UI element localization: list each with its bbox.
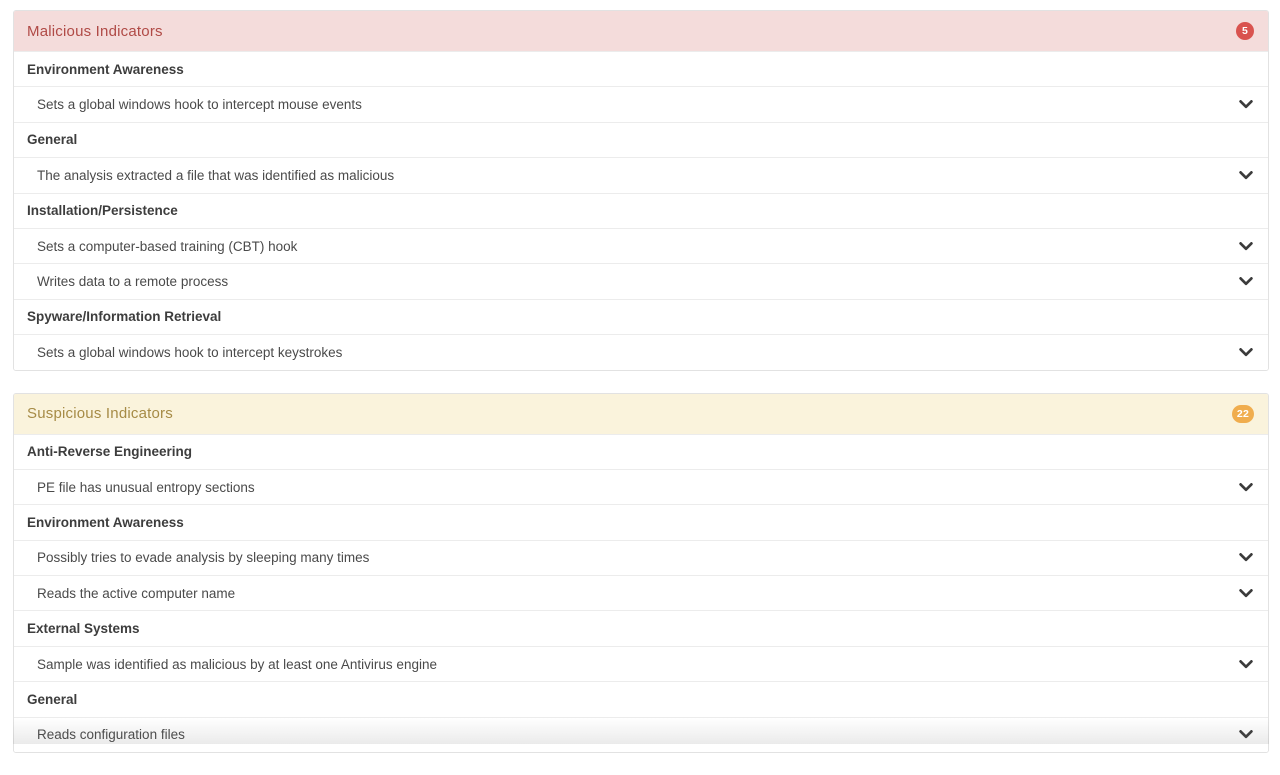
category-label: Anti-Reverse Engineering (27, 444, 192, 459)
indicator-row[interactable]: The analysis extracted a file that was i… (14, 157, 1268, 192)
indicator-label: The analysis extracted a file that was i… (37, 168, 394, 183)
chevron-down-icon[interactable] (1238, 550, 1254, 566)
category-row: Spyware/Information Retrieval (14, 299, 1268, 334)
category-row: External Systems (14, 610, 1268, 645)
indicator-label: Writes data to a remote process (37, 274, 228, 289)
category-row: Environment Awareness (14, 51, 1268, 86)
chevron-down-icon[interactable] (1238, 727, 1254, 743)
indicator-row[interactable]: Possibly tries to evade analysis by slee… (14, 540, 1268, 575)
category-label: Environment Awareness (27, 515, 184, 530)
indicator-row[interactable]: Sets a global windows hook to intercept … (14, 86, 1268, 121)
section-header[interactable]: Malicious Indicators 5 (14, 11, 1268, 51)
chevron-down-icon[interactable] (1238, 97, 1254, 113)
section-title: Malicious Indicators (27, 23, 163, 40)
category-label: General (27, 132, 77, 147)
indicator-label: Sets a computer-based training (CBT) hoo… (37, 239, 297, 254)
indicators-report: Malicious Indicators 5 Environment Aware… (13, 10, 1269, 775)
category-row: Installation/Persistence (14, 193, 1268, 228)
category-label: General (27, 692, 77, 707)
category-label: Installation/Persistence (27, 203, 178, 218)
indicator-row[interactable]: Reads configuration files (14, 717, 1268, 752)
indicator-label: Reads configuration files (37, 727, 185, 742)
indicator-row[interactable]: Writes data to a remote process (14, 263, 1268, 298)
category-row: Environment Awareness (14, 504, 1268, 539)
chevron-down-icon[interactable] (1238, 344, 1254, 360)
indicator-section-suspicious: Suspicious Indicators 22 Anti-Reverse En… (13, 393, 1269, 754)
count-badge: 5 (1236, 22, 1254, 40)
section-title: Suspicious Indicators (27, 405, 173, 422)
category-row: General (14, 122, 1268, 157)
indicator-label: Sets a global windows hook to intercept … (37, 345, 342, 360)
indicator-row[interactable]: Reads the active computer name (14, 575, 1268, 610)
indicator-label: Possibly tries to evade analysis by slee… (37, 550, 369, 565)
category-label: External Systems (27, 621, 140, 636)
chevron-down-icon[interactable] (1238, 656, 1254, 672)
indicator-section-malicious: Malicious Indicators 5 Environment Aware… (13, 10, 1269, 371)
chevron-down-icon[interactable] (1238, 238, 1254, 254)
chevron-down-icon[interactable] (1238, 479, 1254, 495)
chevron-down-icon[interactable] (1238, 585, 1254, 601)
indicator-row[interactable]: Sample was identified as malicious by at… (14, 646, 1268, 681)
indicator-label: Reads the active computer name (37, 586, 235, 601)
category-label: Spyware/Information Retrieval (27, 309, 221, 324)
category-row: Anti-Reverse Engineering (14, 434, 1268, 469)
category-label: Environment Awareness (27, 62, 184, 77)
chevron-down-icon[interactable] (1238, 274, 1254, 290)
indicator-row[interactable]: Sets a global windows hook to intercept … (14, 334, 1268, 369)
chevron-down-icon[interactable] (1238, 167, 1254, 183)
category-row: General (14, 681, 1268, 716)
section-rows: Environment Awareness Sets a global wind… (14, 51, 1268, 370)
indicator-label: PE file has unusual entropy sections (37, 480, 255, 495)
section-rows: Anti-Reverse Engineering PE file has unu… (14, 434, 1268, 753)
section-header[interactable]: Suspicious Indicators 22 (14, 394, 1268, 434)
indicator-row[interactable]: PE file has unusual entropy sections (14, 469, 1268, 504)
count-badge: 22 (1232, 405, 1254, 423)
indicator-label: Sample was identified as malicious by at… (37, 657, 437, 672)
indicator-label: Sets a global windows hook to intercept … (37, 97, 362, 112)
indicator-row[interactable]: Sets a computer-based training (CBT) hoo… (14, 228, 1268, 263)
